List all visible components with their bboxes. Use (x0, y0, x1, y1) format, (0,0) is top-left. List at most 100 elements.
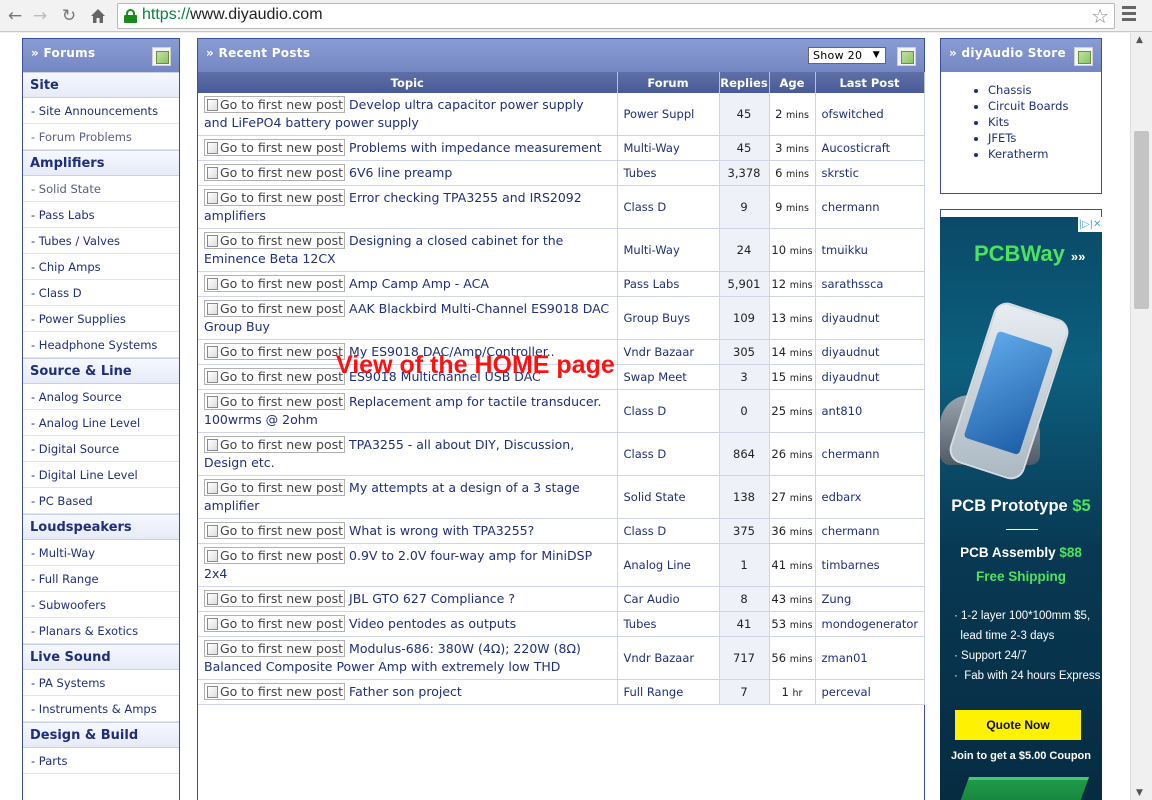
first-new-post-icon[interactable]: Go to first new post (204, 522, 346, 539)
first-new-post-icon[interactable]: Go to first new post (204, 96, 346, 113)
forum-link[interactable]: Tubes (617, 611, 720, 637)
last-poster-link[interactable]: perceval (815, 679, 925, 705)
forum-link[interactable]: Solid State (617, 475, 720, 519)
collapse-recent-posts-icon[interactable] (897, 47, 916, 66)
column-header-last-post[interactable]: Last Post (815, 72, 925, 93)
forum-link[interactable]: Tubes (617, 160, 720, 186)
last-poster-link[interactable]: timbarnes (815, 543, 925, 587)
last-poster-link[interactable]: chermann (815, 518, 925, 544)
back-arrow-icon[interactable]: ← (4, 5, 26, 27)
sidebar-forum-link[interactable]: - Planars & Exotics (23, 618, 179, 644)
topic-link[interactable]: Father son project (349, 684, 462, 699)
last-poster-link[interactable]: diyaudnut (815, 339, 925, 365)
browser-menu-icon[interactable] (1122, 6, 1136, 24)
sidebar-forum-link[interactable]: - Parts (23, 748, 179, 774)
last-poster-link[interactable]: tmuikku (815, 228, 925, 272)
sidebar-forum-link[interactable]: - Chip Amps (23, 254, 179, 280)
replies-count[interactable]: 9 (719, 185, 770, 229)
home-icon[interactable] (87, 5, 109, 27)
replies-count[interactable]: 138 (719, 475, 770, 519)
sidebar-forum-link[interactable]: - Headphone Systems (23, 332, 179, 358)
adchoices-icon[interactable]: |▷|✕ (1078, 217, 1102, 232)
replies-count[interactable]: 8 (719, 586, 770, 612)
forum-link[interactable]: Multi-Way (617, 228, 720, 272)
sidebar-forum-link[interactable]: - Digital Source (23, 436, 179, 462)
forum-link[interactable]: Car Audio (617, 586, 720, 612)
forum-link[interactable]: Vndr Bazaar (617, 339, 720, 365)
first-new-post-icon[interactable]: Go to first new post (204, 232, 346, 249)
last-poster-link[interactable]: mondogenerator (815, 611, 925, 637)
page-scrollbar[interactable]: ▲ ▼ (1130, 33, 1152, 800)
sidebar-category-4[interactable]: Live Sound (23, 644, 179, 670)
forum-link[interactable]: Analog Line (617, 543, 720, 587)
forum-link[interactable]: Class D (617, 185, 720, 229)
first-new-post-icon[interactable]: Go to first new post (204, 368, 346, 385)
last-poster-link[interactable]: skrstic (815, 160, 925, 186)
last-poster-link[interactable]: diyaudnut (815, 364, 925, 390)
last-poster-link[interactable]: ofswitched (815, 93, 925, 136)
first-new-post-icon[interactable]: Go to first new post (204, 300, 346, 317)
scroll-up-arrow-icon[interactable]: ▲ (1136, 35, 1143, 45)
sidebar-forum-link[interactable]: - Subwoofers (23, 592, 179, 618)
quote-now-button[interactable]: Quote Now (955, 710, 1081, 740)
last-poster-link[interactable]: diyaudnut (815, 296, 925, 340)
first-new-post-icon[interactable]: Go to first new post (204, 275, 346, 292)
forum-link[interactable]: Multi-Way (617, 135, 720, 161)
first-new-post-icon[interactable]: Go to first new post (204, 343, 346, 360)
topic-link[interactable]: Amp Camp Amp - ACA (349, 276, 489, 291)
last-poster-link[interactable]: chermann (815, 432, 925, 476)
sidebar-forum-link[interactable]: - PC Based (23, 488, 179, 514)
replies-count[interactable]: 24 (719, 228, 770, 272)
sidebar-forum-link[interactable]: - PA Systems (23, 670, 179, 696)
first-new-post-icon[interactable]: Go to first new post (204, 139, 346, 156)
replies-count[interactable]: 305 (719, 339, 770, 365)
last-poster-link[interactable]: Zung (815, 586, 925, 612)
sidebar-forum-link[interactable]: - Tubes / Valves (23, 228, 179, 254)
last-poster-link[interactable]: edbarx (815, 475, 925, 519)
column-header-forum[interactable]: Forum (617, 72, 720, 93)
first-new-post-icon[interactable]: Go to first new post (204, 479, 346, 496)
pcbway-advertisement[interactable]: |▷|✕ PCBWay»» PCB Prototype $5 PCB Assem… (940, 209, 1102, 800)
first-new-post-icon[interactable]: Go to first new post (204, 590, 346, 607)
replies-count[interactable]: 45 (719, 135, 770, 161)
replies-count[interactable]: 717 (719, 636, 770, 680)
last-poster-link[interactable]: ant810 (815, 389, 925, 433)
sidebar-category-3[interactable]: Loudspeakers (23, 514, 179, 540)
first-new-post-icon[interactable]: Go to first new post (204, 393, 346, 410)
collapse-store-icon[interactable] (1074, 47, 1093, 66)
sidebar-forum-link[interactable]: - Solid State (23, 176, 179, 202)
sidebar-forum-link[interactable]: - Power Supplies (23, 306, 179, 332)
last-poster-link[interactable]: sarathssca (815, 271, 925, 297)
column-header-topic[interactable]: Topic (198, 72, 618, 93)
forum-link[interactable]: Swap Meet (617, 364, 720, 390)
replies-count[interactable]: 0 (719, 389, 770, 433)
forum-link[interactable]: Group Buys (617, 296, 720, 340)
forum-link[interactable]: Class D (617, 389, 720, 433)
reload-icon[interactable]: ↻ (58, 5, 80, 27)
scrollbar-thumb[interactable] (1134, 131, 1149, 309)
sidebar-forum-link[interactable]: - Full Range (23, 566, 179, 592)
topic-link[interactable]: 6V6 line preamp (349, 165, 452, 180)
sidebar-category-5[interactable]: Design & Build (23, 722, 179, 748)
store-link[interactable]: Chassis (988, 82, 1101, 98)
first-new-post-icon[interactable]: Go to first new post (204, 615, 346, 632)
sidebar-forum-link[interactable]: - Digital Line Level (23, 462, 179, 488)
topic-link[interactable]: Video pentodes as outputs (349, 616, 516, 631)
scroll-down-arrow-icon[interactable]: ▼ (1136, 788, 1143, 798)
sidebar-forum-link[interactable]: - Site Announcements (23, 98, 179, 124)
show-count-select[interactable]: Show 20 ▼ (808, 47, 886, 64)
forward-arrow-icon[interactable]: → (29, 5, 51, 27)
replies-count[interactable]: 375 (719, 518, 770, 544)
store-link[interactable]: Circuit Boards (988, 98, 1101, 114)
last-poster-link[interactable]: chermann (815, 185, 925, 229)
first-new-post-icon[interactable]: Go to first new post (204, 164, 346, 181)
first-new-post-icon[interactable]: Go to first new post (204, 436, 346, 453)
sidebar-forum-link[interactable]: - Analog Source (23, 384, 179, 410)
forum-link[interactable]: Vndr Bazaar (617, 636, 720, 680)
forum-link[interactable]: Class D (617, 432, 720, 476)
topic-link[interactable]: JBL GTO 627 Compliance ? (349, 591, 515, 606)
replies-count[interactable]: 3 (719, 364, 770, 390)
bookmark-star-icon[interactable]: ☆ (1091, 4, 1109, 28)
sidebar-forum-link[interactable]: - Pass Labs (23, 202, 179, 228)
sidebar-category-2[interactable]: Source & Line (23, 358, 179, 384)
